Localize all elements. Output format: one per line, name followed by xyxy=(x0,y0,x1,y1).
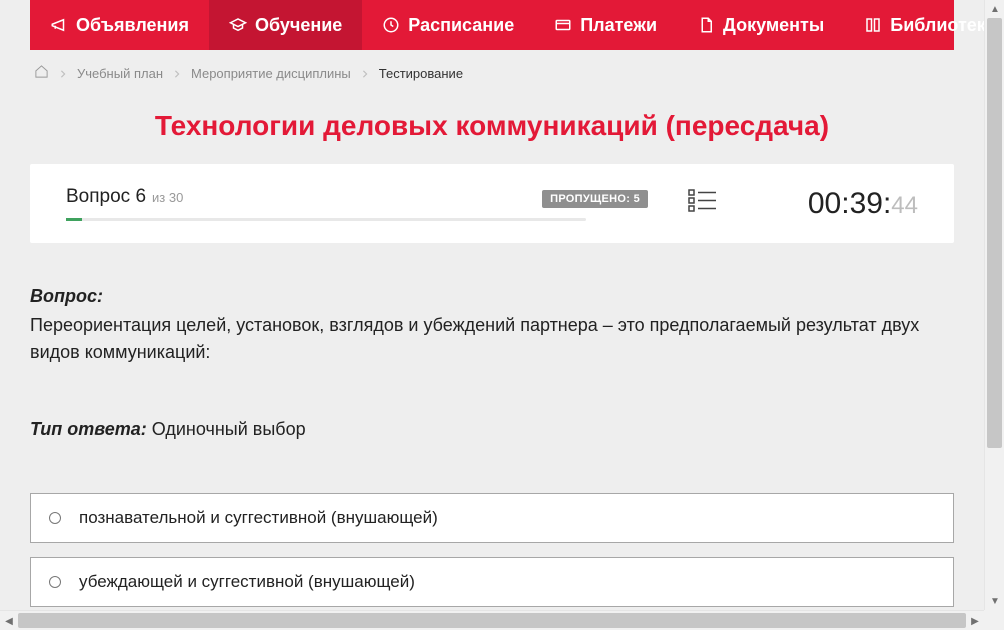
nav-learning[interactable]: Обучение xyxy=(209,0,362,50)
nav-documents[interactable]: Документы xyxy=(677,0,844,50)
scrollbar-track[interactable] xyxy=(987,18,1002,592)
question-list-icon[interactable] xyxy=(688,201,718,218)
credit-card-icon xyxy=(554,16,572,34)
question-text: Переориентация целей, установок, взглядо… xyxy=(30,312,954,366)
answer-option[interactable]: убеждающей и суггестивной (внушающей) xyxy=(30,557,954,607)
status-card: Вопрос 6 из 30 ПРОПУЩЕНО: 5 xyxy=(30,164,954,243)
scroll-right-arrow[interactable]: ▶ xyxy=(966,611,984,630)
home-icon[interactable] xyxy=(34,64,49,82)
scroll-left-arrow[interactable]: ◀ xyxy=(0,611,18,630)
nav-label: Обучение xyxy=(255,15,342,36)
answer-type-label: Тип ответа: xyxy=(30,419,147,439)
horizontal-scrollbar[interactable]: ◀ ▶ xyxy=(0,610,1004,630)
chevron-right-icon xyxy=(59,66,67,81)
breadcrumb-item[interactable]: Учебный план xyxy=(77,66,163,81)
scrollbar-corner xyxy=(984,610,1004,630)
document-icon xyxy=(697,16,715,34)
megaphone-icon xyxy=(50,16,68,34)
graduation-cap-icon xyxy=(229,16,247,34)
radio-icon xyxy=(49,512,61,524)
nav-label: Расписание xyxy=(408,15,514,36)
scrollbar-thumb[interactable] xyxy=(18,613,966,628)
page-title: Технологии деловых коммуникаций (пересда… xyxy=(30,110,954,142)
vertical-scrollbar[interactable]: ▲ ▼ xyxy=(984,0,1004,610)
nav-label: Платежи xyxy=(580,15,657,36)
radio-icon xyxy=(49,576,61,588)
scroll-up-arrow[interactable]: ▲ xyxy=(985,0,1004,18)
nav-schedule[interactable]: Расписание xyxy=(362,0,534,50)
nav-label: Объявления xyxy=(76,15,189,36)
progress-bar xyxy=(66,218,586,221)
scroll-down-arrow[interactable]: ▼ xyxy=(985,592,1004,610)
nav-payments[interactable]: Платежи xyxy=(534,0,677,50)
chevron-right-icon xyxy=(361,66,369,81)
answer-option[interactable]: познавательной и суггестивной (внушающей… xyxy=(30,493,954,543)
answer-type-value: Одиночный выбор xyxy=(152,419,306,439)
library-icon xyxy=(864,16,882,34)
timer: 00:39:44 xyxy=(758,187,918,221)
nav-label: Документы xyxy=(723,15,824,36)
timer-seconds: 44 xyxy=(891,192,918,220)
timer-main: 00:39: xyxy=(808,187,891,221)
nav-library[interactable]: Библиотека xyxy=(844,0,984,50)
breadcrumb-current: Тестирование xyxy=(379,66,463,81)
chevron-right-icon xyxy=(173,66,181,81)
skipped-badge: ПРОПУЩЕНО: 5 xyxy=(542,190,648,208)
question-label: Вопрос 6 xyxy=(66,186,146,208)
question-body: Вопрос: Переориентация целей, установок,… xyxy=(30,283,954,443)
nav-announcements[interactable]: Объявления xyxy=(30,0,209,50)
scrollbar-thumb[interactable] xyxy=(987,18,1002,448)
option-text: познавательной и суггестивной (внушающей… xyxy=(79,508,438,528)
clock-icon xyxy=(382,16,400,34)
top-nav: Объявления Обучение Расписание Платежи Д… xyxy=(30,0,954,50)
answer-options: познавательной и суггестивной (внушающей… xyxy=(30,493,954,607)
breadcrumb: Учебный план Мероприятие дисциплины Тест… xyxy=(0,50,984,92)
breadcrumb-item[interactable]: Мероприятие дисциплины xyxy=(191,66,351,81)
scrollbar-track[interactable] xyxy=(18,613,966,628)
option-text: убеждающей и суггестивной (внушающей) xyxy=(79,572,415,592)
question-total: из 30 xyxy=(152,190,183,205)
progress-fill xyxy=(66,218,82,221)
question-heading: Вопрос: xyxy=(30,286,103,306)
nav-label: Библиотека xyxy=(890,15,984,36)
